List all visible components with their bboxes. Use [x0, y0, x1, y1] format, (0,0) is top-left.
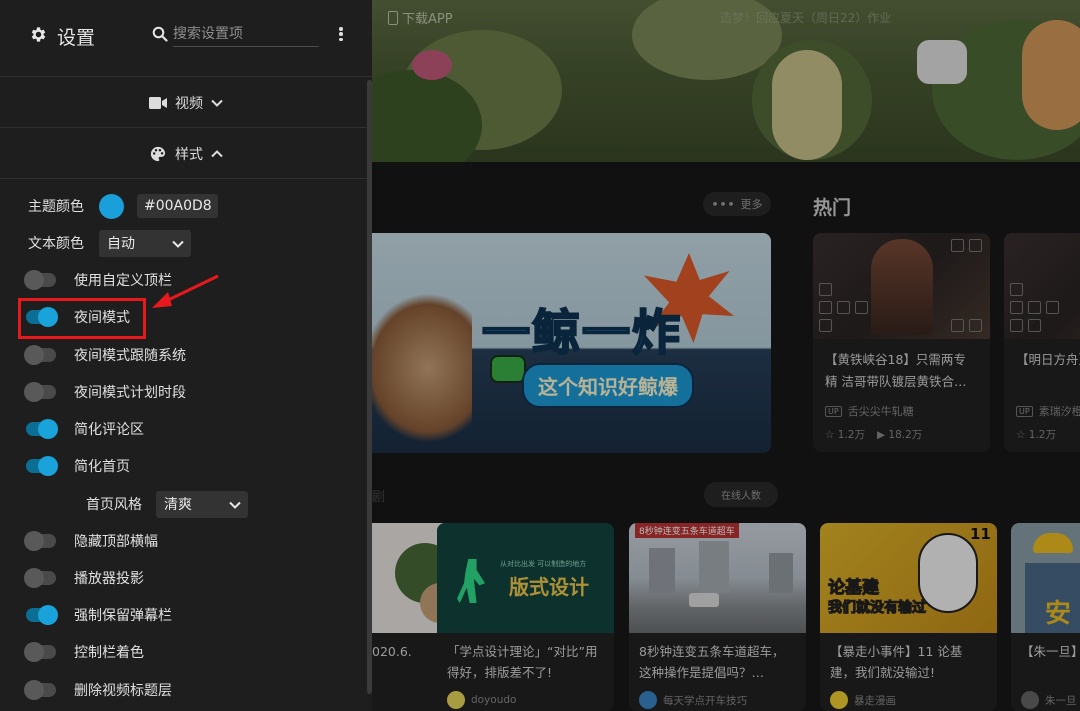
palette-icon: [150, 146, 166, 161]
section-video-label: 视频: [175, 95, 203, 112]
section-style[interactable]: 样式: [0, 129, 372, 179]
text-color-select[interactable]: 自动: [99, 229, 191, 257]
toggle-knob: [24, 531, 44, 551]
toggle-row: 播放器投影: [0, 563, 372, 593]
home-style-row: 首页风格 清爽: [0, 489, 372, 519]
panel-scrollbar[interactable]: [367, 80, 372, 694]
settings-header: 设置: [0, 0, 372, 77]
toggle-row: 简化首页: [0, 451, 372, 481]
toggle-label: 强制保留弹幕栏: [74, 608, 172, 624]
toggle-switch[interactable]: [26, 456, 58, 476]
toggle-switch[interactable]: [24, 642, 56, 662]
toggle-label: 夜间模式计划时段: [74, 385, 186, 401]
toggle-knob: [24, 270, 44, 290]
dim-overlay: [372, 0, 1080, 711]
home-style-label: 首页风格: [86, 497, 142, 513]
toggle-knob: [38, 605, 58, 625]
toggle-label: 简化评论区: [74, 422, 144, 438]
toggle-label: 播放器投影: [74, 571, 144, 587]
chevron-up-icon: [211, 149, 223, 157]
toggle-switch[interactable]: [24, 680, 56, 700]
toggle-switch[interactable]: [24, 345, 56, 365]
settings-panel: 设置 视频 样式 主题颜色 #00A0D8: [0, 0, 372, 711]
toggle-row: 简化评论区: [0, 414, 372, 444]
toggle-knob: [24, 568, 44, 588]
toggle-row: 夜间模式跟随系统: [0, 340, 372, 370]
toggle-label: 隐藏顶部横幅: [74, 534, 158, 550]
chevron-down-icon: [229, 501, 241, 509]
toggle-label: 删除视频标题层: [74, 683, 172, 699]
annotation-arrow-icon: [152, 274, 219, 308]
toggle-label: 简化首页: [74, 459, 130, 475]
home-style-value: 清爽: [164, 497, 192, 513]
more-options-icon[interactable]: [335, 24, 347, 44]
toggle-switch[interactable]: [24, 531, 56, 551]
toggle-knob: [38, 456, 58, 476]
toggle-row: 强制保留弹幕栏: [0, 600, 372, 630]
toggle-knob: [38, 419, 58, 439]
toggle-knob: [24, 680, 44, 700]
toggle-knob: [24, 345, 44, 365]
text-color-value: 自动: [107, 236, 135, 252]
toggle-row: 删除视频标题层: [0, 675, 372, 705]
toggle-switch[interactable]: [26, 605, 58, 625]
toggle-knob: [24, 642, 44, 662]
video-camera-icon: [149, 96, 167, 109]
home-style-select[interactable]: 清爽: [156, 490, 248, 518]
section-video[interactable]: 视频: [0, 78, 372, 128]
highlight-box: [18, 298, 146, 339]
text-color-label: 文本颜色: [28, 236, 84, 252]
toggle-switch[interactable]: [24, 568, 56, 588]
toggle-switch[interactable]: [24, 382, 56, 402]
theme-color-swatch[interactable]: [99, 193, 124, 219]
toggle-row: 夜间模式计划时段: [0, 377, 372, 407]
toggle-label: 控制栏着色: [74, 645, 144, 661]
section-style-label: 样式: [175, 146, 203, 163]
theme-color-row: 主题颜色 #00A0D8: [0, 191, 372, 221]
settings-title: 设置: [57, 27, 96, 49]
theme-color-label: 主题颜色: [28, 199, 84, 215]
theme-color-input[interactable]: #00A0D8: [137, 194, 218, 218]
toggle-switch[interactable]: [24, 270, 56, 290]
text-color-row: 文本颜色 自动: [0, 228, 372, 258]
toggle-row: 控制栏着色: [0, 637, 372, 667]
toggle-switch[interactable]: [26, 419, 58, 439]
toggle-row: 隐藏顶部横幅: [0, 526, 372, 556]
toggle-label: 夜间模式跟随系统: [74, 348, 186, 364]
chevron-down-icon: [172, 240, 184, 248]
gear-icon: [31, 27, 46, 42]
search-icon: [152, 26, 168, 42]
settings-search-input[interactable]: [173, 21, 319, 47]
chevron-down-icon: [211, 99, 223, 107]
toggle-knob: [24, 382, 44, 402]
root: { "panel": { "title": "设置", "search_plac…: [0, 0, 1080, 711]
